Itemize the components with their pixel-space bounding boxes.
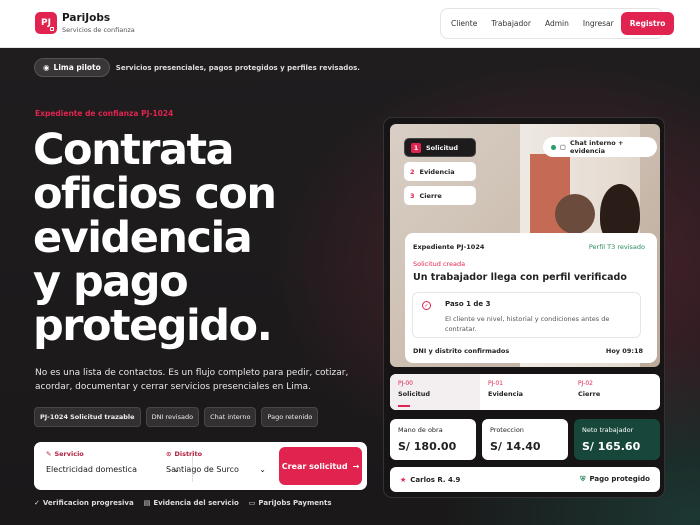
payment-status: ⛨ Pago protegido <box>580 475 650 483</box>
service-label: ✎ Servicio <box>46 450 84 458</box>
step-description: El cliente ve nivel, historial y condici… <box>445 315 610 333</box>
service-photo: 1 Solicitud 2 Evidencia 3 Cierre ▢ Chat inte… <box>390 124 660 367</box>
nav-admin[interactable]: Admin <box>538 19 576 28</box>
location-pin-icon: ◉ <box>43 63 50 72</box>
district-select[interactable]: ⊙ Distrito Santiago de Surco ⌄ <box>166 450 266 474</box>
price-card: Proteccion S/ 14.40 <box>482 419 568 460</box>
check-icon: ✓ <box>422 301 431 310</box>
tag-pago: Pago retenido <box>261 407 319 427</box>
tab-evidencia[interactable]: PJ-01 Evidencia <box>480 374 570 410</box>
service-value: Electricidad domestica <box>46 465 137 474</box>
case-title: Un trabajador llega con perfil verificad… <box>413 272 627 283</box>
status-dot <box>551 144 556 150</box>
nav-trabajador[interactable]: Trabajador <box>484 19 538 28</box>
tag-chat: Chat interno <box>204 407 257 427</box>
top-header: PJ PariJobs Servicios de confianza Clien… <box>0 0 700 48</box>
tag-trazable: PJ-1024 Solicitud trazable <box>34 407 141 427</box>
worker-summary: ★ Carlos R. 4.9 ⛨ Pago protegido <box>390 467 660 492</box>
star-icon: ★ <box>400 475 407 484</box>
create-request-button[interactable]: Crear solicitud → <box>279 447 362 485</box>
tag-label: Solicitud trazable <box>70 413 135 421</box>
eyebrow: Expediente de confianza PJ-1024 <box>35 109 174 118</box>
feature-item: ✓ Verificacion progresiva <box>34 499 134 507</box>
tag-row: PJ-1024 Solicitud trazable DNI revisado … <box>34 407 319 427</box>
step-evidencia[interactable]: 2 Evidencia <box>404 162 476 181</box>
check-circle-icon: ✓ <box>34 499 40 507</box>
register-button[interactable]: Registro <box>620 12 675 35</box>
location-pill[interactable]: ◉ Lima piloto <box>34 58 110 77</box>
main-nav: Cliente Trabajador Admin Ingresar Regist… <box>440 8 675 39</box>
case-time: Hoy 09:18 <box>605 347 643 355</box>
case-status: Solicitud creada <box>413 260 466 268</box>
district-value: Santiago de Surco <box>166 465 239 474</box>
tool-icon: ✎ <box>46 450 52 458</box>
announcement-text: Servicios presenciales, pagos protegidos… <box>115 63 360 72</box>
feature-list: ✓ Verificacion progresiva ▤ Evidencia del … <box>34 499 332 507</box>
price-card-net: Neto trabajador S/ 165.60 <box>574 419 660 460</box>
feature-item: ▭ PariJobs Payments <box>248 499 332 507</box>
hero-line: y pago <box>33 257 189 307</box>
chevron-down-icon: ⌄ <box>259 465 266 474</box>
step-list: 1 Solicitud 2 Evidencia 3 Cierre <box>404 138 476 205</box>
lead-paragraph: No es una lista de contactos. Es un fluj… <box>35 368 349 392</box>
step-solicitud[interactable]: 1 Solicitud <box>404 138 476 157</box>
profile-level: Perfil T3 revisado <box>588 243 645 251</box>
brand-name[interactable]: PariJobs <box>62 12 110 24</box>
hero-line: Contrata <box>33 125 235 175</box>
logo[interactable]: PJ <box>35 12 57 34</box>
tag-dni: DNI revisado <box>145 407 200 427</box>
price-breakdown: Mano de obra S/ 180.00 Proteccion S/ 14.40… <box>390 419 660 460</box>
card-icon: ▭ <box>248 499 256 507</box>
step-cierre[interactable]: 3 Cierre <box>404 186 476 205</box>
shield-icon: ⛨ <box>580 475 586 483</box>
case-tabs: PJ-00 Solicitud PJ-01 Evidencia PJ-02 Cierr… <box>390 374 660 410</box>
service-select[interactable]: ✎ Servicio Electricidad domestica ⌄ <box>46 450 180 474</box>
case-footer: DNI y distrito confirmados <box>413 347 510 355</box>
chat-icon: ▢ <box>559 143 566 151</box>
document-icon: ▤ <box>143 499 151 507</box>
feature-item: ▤ Evidencia del servicio <box>143 499 239 507</box>
arrow-right-icon: → <box>352 461 360 471</box>
location-pin-icon: ⊙ <box>166 450 172 458</box>
announcement-row: ◉ Lima piloto Servicios presenciales, pa… <box>34 58 360 77</box>
district-label: ⊙ Distrito <box>166 450 203 458</box>
tab-solicitud[interactable]: PJ-00 Solicitud <box>390 374 480 410</box>
nav-cliente[interactable]: Cliente <box>444 19 484 28</box>
nav-ingresar[interactable]: Ingresar <box>576 19 621 28</box>
tab-cierre[interactable]: PJ-02 Cierre <box>570 374 660 410</box>
hero-line: protegido. <box>33 301 273 351</box>
worker-rating[interactable]: ★ Carlos R. 4.9 <box>400 476 460 484</box>
case-id: Expediente PJ-1024 <box>413 243 485 251</box>
brand-tagline: Servicios de confianza <box>62 26 135 34</box>
chat-badge[interactable]: ▢ Chat interno + evidencia <box>543 137 657 157</box>
step-info: ✓ Paso 1 de 3 El cliente ve nivel, histo… <box>412 292 641 338</box>
tag-id: PJ-1024 <box>40 413 68 421</box>
hero-line: evidencia <box>33 213 253 263</box>
location-pill-label: Lima piloto <box>53 63 101 72</box>
step-progress: Paso 1 de 3 <box>445 300 491 308</box>
hero-line: oficios con <box>33 169 277 219</box>
hero-title: Contrata oficios con evidencia y pago pr… <box>33 128 373 348</box>
price-card: Mano de obra S/ 180.00 <box>390 419 476 460</box>
case-card: Expediente PJ-1024 Perfil T3 revisado So… <box>405 233 657 363</box>
case-preview-panel: 1 Solicitud 2 Evidencia 3 Cierre ▢ Chat inte… <box>383 117 665 498</box>
request-form: ✎ Servicio Electricidad domestica ⌄ ⊙ Distr… <box>34 442 367 490</box>
